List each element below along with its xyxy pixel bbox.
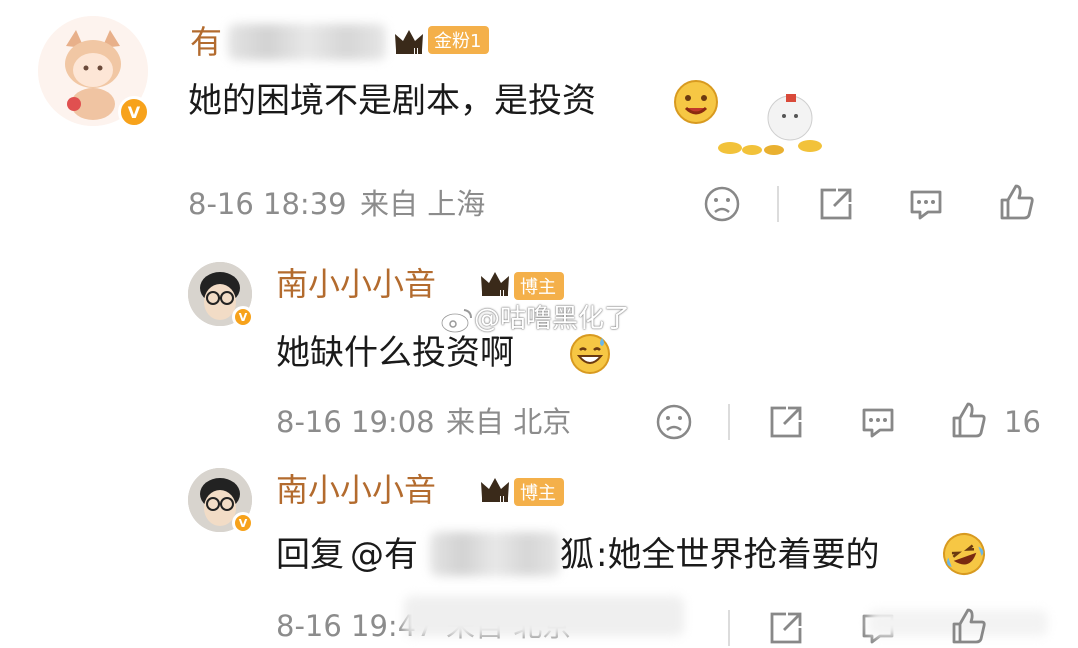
thumbs-up-icon[interactable] (948, 400, 988, 440)
crown-icon: II (392, 24, 426, 58)
svg-text:II: II (413, 47, 419, 58)
reply-prefix: 回复 (276, 535, 344, 575)
crown-icon: II (478, 472, 512, 506)
username[interactable]: 有 (190, 26, 222, 58)
verified-badge-icon: V (232, 512, 254, 534)
comment-2: V 南小小小音 II 博主 她缺什么投资啊 8-16 19:08 来自 北京 1… (0, 240, 1078, 450)
comment-time: 8-16 18:39 (188, 187, 347, 221)
money-sticker-icon (690, 90, 830, 160)
blogger-badge-label: 博主 (520, 277, 556, 298)
blogger-badge: 博主 (514, 272, 564, 300)
verified-badge-icon: V (232, 306, 254, 328)
reply-mention-tail[interactable]: 狐 (560, 538, 594, 572)
thumbs-up-icon[interactable] (996, 182, 1036, 222)
emoji-sweat-smile-icon (568, 332, 612, 376)
thumbs-up-icon[interactable] (948, 606, 988, 646)
mention-redacted (430, 532, 560, 576)
like-count: 16 (1004, 405, 1041, 439)
comment-location: 来自 北京 (446, 405, 572, 439)
comment-location: 来自 上海 (360, 187, 486, 221)
comment-text: 她缺什么投资啊 (276, 333, 514, 373)
comment-text: 她的困境不是剧本，是投资 (188, 81, 596, 121)
username-redacted (228, 24, 386, 60)
svg-text:II: II (499, 495, 505, 506)
comment-icon[interactable] (906, 184, 946, 224)
weibo-logo-icon (440, 306, 474, 334)
frown-icon[interactable] (654, 402, 694, 442)
blogger-badge: 博主 (514, 478, 564, 506)
username[interactable]: 南小小小音 (276, 268, 436, 300)
watermark: @咕噜黑化了 (474, 304, 631, 334)
svg-text:II: II (499, 289, 505, 300)
share-icon[interactable] (766, 608, 806, 648)
divider (728, 404, 730, 440)
reply-mention[interactable]: @有 (350, 538, 418, 572)
fan-badge: 金粉1 (428, 26, 490, 54)
meta-redacted (404, 596, 684, 636)
divider (728, 610, 730, 646)
comment-time: 8-16 19:08 (276, 405, 435, 439)
comment-text: :她全世界抢着要的 (596, 535, 880, 575)
username[interactable]: 南小小小音 (276, 474, 436, 506)
comment-3: V 南小小小音 II 博主 回复 @有 狐 :她全世界抢着要的 8-16 19:… (0, 450, 1078, 646)
divider (777, 186, 779, 222)
crown-icon: II (478, 266, 512, 300)
comment-icon[interactable] (858, 402, 898, 442)
share-icon[interactable] (816, 184, 856, 224)
share-icon[interactable] (766, 402, 806, 442)
verified-badge-icon: V (118, 96, 150, 128)
comment-1: V 有 II 金粉1 她的困境不是剧本，是投资 8-16 18:39 来自 上海 (0, 0, 1078, 240)
fan-badge-label: 金粉1 (434, 31, 482, 52)
frown-icon[interactable] (702, 184, 742, 224)
emoji-laugh-cry-icon (940, 530, 988, 578)
blogger-badge-label: 博主 (520, 483, 556, 504)
